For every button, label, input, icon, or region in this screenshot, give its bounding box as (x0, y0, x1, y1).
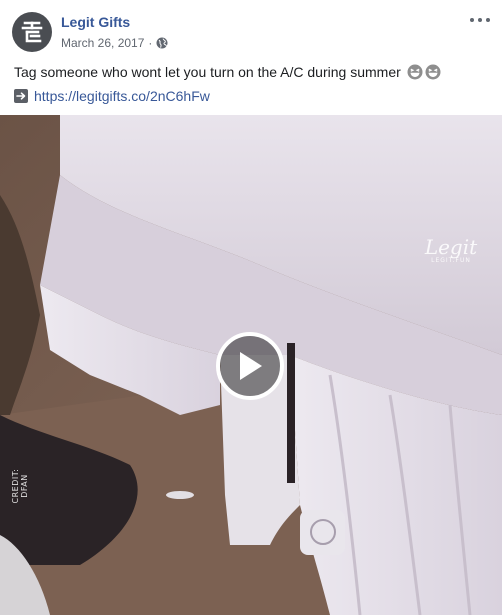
more-options-icon (470, 18, 474, 22)
globe-icon (156, 37, 168, 49)
more-options-button[interactable] (470, 14, 490, 26)
video-watermark: Legit LEGIT.FUN (418, 237, 484, 264)
grinning-squinting-face-icon (407, 64, 423, 80)
post-header: Legit Gifts March 26, 2017 · (0, 0, 502, 56)
post-date[interactable]: March 26, 2017 (61, 36, 144, 50)
arrow-right-icon (14, 89, 28, 103)
post-meta: March 26, 2017 · (61, 36, 168, 50)
legit-logo-icon (21, 21, 43, 43)
more-options-dot (486, 18, 490, 22)
link-url[interactable]: https://legitgifts.co/2nC6hFw (34, 87, 210, 105)
video-post: Legit Gifts March 26, 2017 · Tag someone… (0, 0, 502, 615)
post-caption: Tag someone who wont let you turn on the… (14, 63, 441, 81)
more-options-dot (478, 18, 482, 22)
page-name-link[interactable]: Legit Gifts (61, 14, 130, 30)
video-player[interactable]: Legit LEGIT.FUN CREDIT: DFAN (0, 115, 502, 615)
watermark-brand: Legit (424, 235, 478, 259)
meta-separator: · (148, 36, 153, 50)
play-button[interactable] (216, 332, 284, 400)
video-credit: CREDIT: DFAN (11, 468, 29, 504)
page-avatar[interactable] (12, 12, 52, 52)
post-link[interactable]: https://legitgifts.co/2nC6hFw (14, 87, 210, 105)
caption-text: Tag someone who wont let you turn on the… (14, 64, 401, 80)
grinning-squinting-face-icon (425, 64, 441, 80)
play-icon (240, 352, 262, 380)
